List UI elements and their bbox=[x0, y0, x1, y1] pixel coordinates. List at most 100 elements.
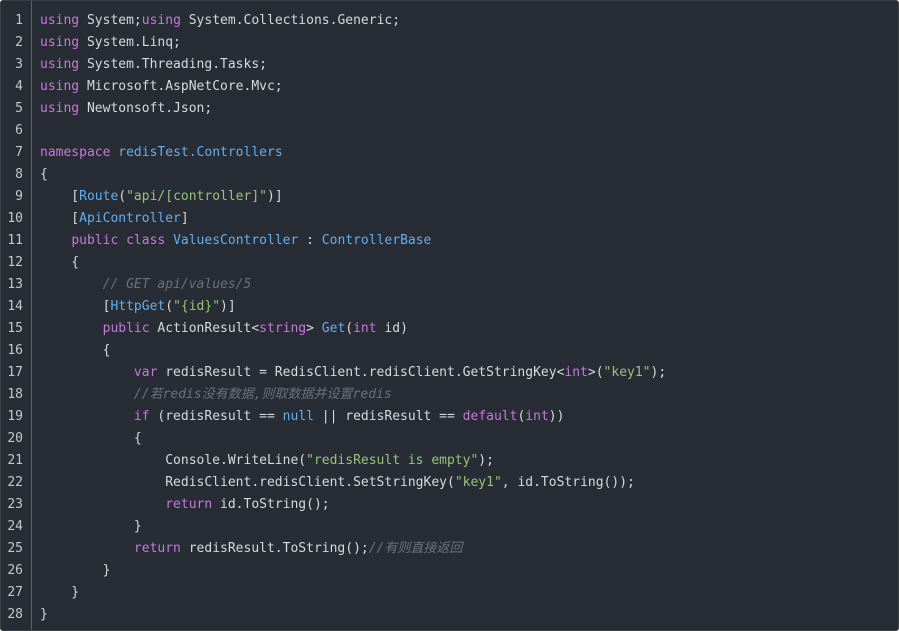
code-token: using bbox=[40, 79, 80, 94]
code-line[interactable]: 1 using System;using System.Collections.G… bbox=[1, 10, 898, 32]
code-token: "key1" bbox=[454, 475, 502, 490]
code-line[interactable]: 19 if (redisResult == null || redisResul… bbox=[1, 406, 898, 428]
code-token: Microsoft.AspNetCore.Mvc; bbox=[79, 79, 283, 94]
code-token: "{id}" bbox=[173, 299, 221, 314]
code-line[interactable]: 25 return redisResult.ToString();//有则直接返… bbox=[1, 538, 898, 560]
code-token: System.Linq; bbox=[79, 35, 181, 50]
code-token: HttpGet bbox=[110, 299, 166, 314]
code-line[interactable]: 7 namespace redisTest.Controllers bbox=[1, 142, 898, 164]
code-token: using bbox=[40, 57, 80, 72]
code-line[interactable]: 24 } bbox=[1, 516, 898, 538]
code-token: )] bbox=[220, 299, 236, 314]
code-text: using System;using System.Collections.Ge… bbox=[40, 10, 400, 32]
code-text: var redisResult = RedisClient.redisClien… bbox=[40, 362, 666, 384]
line-number: 1 bbox=[15, 13, 23, 28]
code-line[interactable]: 11 public class ValuesController : Contr… bbox=[1, 230, 898, 252]
code-token: //若redis没有数据,则取数据并设置redis bbox=[133, 387, 392, 402]
code-token: redisResult.ToString(); bbox=[180, 541, 369, 556]
code-token: ( bbox=[165, 299, 174, 314]
code-line[interactable]: 17 var redisResult = RedisClient.redisCl… bbox=[1, 362, 898, 384]
code-token: string bbox=[259, 321, 307, 336]
code-line[interactable]: 14 [HttpGet("{id}")] bbox=[1, 296, 898, 318]
code-token: ValuesController bbox=[173, 233, 299, 248]
code-text: [Route("api/[controller]")] bbox=[40, 186, 282, 208]
code-token: redisResult = RedisClient.redisClient.Ge… bbox=[157, 365, 565, 380]
code-text: public class ValuesController : Controll… bbox=[40, 230, 431, 252]
code-line[interactable]: 9 [Route("api/[controller]")] bbox=[1, 186, 898, 208]
code-token: using bbox=[40, 101, 80, 116]
code-line[interactable]: 26 } bbox=[1, 560, 898, 582]
code-line[interactable]: 6 bbox=[1, 120, 898, 142]
code-token: System.Threading.Tasks; bbox=[79, 57, 267, 72]
code-token: )) bbox=[548, 409, 565, 424]
code-text: return id.ToString(); bbox=[40, 494, 330, 516]
code-token: ( bbox=[345, 321, 354, 336]
code-token: namespace bbox=[40, 145, 111, 160]
code-token: return bbox=[165, 497, 213, 512]
code-token: System.Collections.Generic; bbox=[180, 13, 401, 28]
line-number: 14 bbox=[7, 299, 23, 314]
code-line[interactable]: 5 using Newtonsoft.Json; bbox=[1, 98, 898, 120]
code-token: ControllerBase bbox=[321, 233, 432, 248]
code-token: return bbox=[133, 541, 181, 556]
code-line[interactable]: 20 { bbox=[1, 428, 898, 450]
code-line[interactable]: 2 using System.Linq; bbox=[1, 32, 898, 54]
line-number: 13 bbox=[7, 277, 23, 292]
code-line[interactable]: 16 { bbox=[1, 340, 898, 362]
code-line[interactable]: 15 public ActionResult<string> Get(int i… bbox=[1, 318, 898, 340]
code-line[interactable]: 10 [ApiController] bbox=[1, 208, 898, 230]
code-token: ] bbox=[180, 211, 189, 226]
code-token: //有则直接返回 bbox=[368, 541, 463, 556]
code-token: id) bbox=[376, 321, 408, 336]
code-token: using bbox=[141, 13, 181, 28]
code-editor[interactable]: 1 using System;using System.Collections.G… bbox=[0, 0, 899, 631]
code-token: || redisResult == bbox=[313, 409, 463, 424]
code-text: { bbox=[40, 428, 142, 450]
code-line[interactable]: 28} bbox=[1, 604, 898, 626]
code-line[interactable]: 23 return id.ToString(); bbox=[1, 494, 898, 516]
code-token: [ bbox=[40, 299, 111, 314]
line-number: 5 bbox=[15, 101, 23, 116]
code-line[interactable]: 21 Console.WriteLine("redisResult is emp… bbox=[1, 450, 898, 472]
line-number: 9 bbox=[15, 189, 23, 204]
code-text: Console.WriteLine("redisResult is empty"… bbox=[40, 450, 494, 472]
code-line[interactable]: 3 using System.Threading.Tasks; bbox=[1, 54, 898, 76]
line-number: 16 bbox=[7, 343, 23, 358]
code-text: using Microsoft.AspNetCore.Mvc; bbox=[40, 76, 283, 98]
code-lines: 1 using System;using System.Collections.G… bbox=[1, 10, 898, 626]
code-line[interactable]: 12 { bbox=[1, 252, 898, 274]
code-token: id.ToString(); bbox=[212, 497, 330, 512]
line-number: 27 bbox=[7, 585, 23, 600]
code-line[interactable]: 18 //若redis没有数据,则取数据并设置redis bbox=[1, 384, 898, 406]
code-token: > bbox=[306, 321, 322, 336]
code-text: { bbox=[40, 252, 79, 274]
line-number: 15 bbox=[7, 321, 23, 336]
code-token: redisTest.Controllers bbox=[118, 145, 283, 160]
code-token: "key1" bbox=[603, 365, 651, 380]
code-text: //若redis没有数据,则取数据并设置redis bbox=[40, 384, 392, 406]
code-token: using bbox=[40, 13, 80, 28]
code-token: { bbox=[40, 255, 80, 270]
code-line[interactable]: 22 RedisClient.redisClient.SetStringKey(… bbox=[1, 472, 898, 494]
code-token: ApiController bbox=[79, 211, 181, 226]
line-number: 7 bbox=[15, 145, 23, 160]
code-text: { bbox=[40, 340, 111, 362]
code-line[interactable]: 27 } bbox=[1, 582, 898, 604]
code-line[interactable]: 8{ bbox=[1, 164, 898, 186]
code-token: } bbox=[40, 563, 111, 578]
code-text: RedisClient.redisClient.SetStringKey("ke… bbox=[40, 472, 635, 494]
line-number: 21 bbox=[7, 453, 23, 468]
code-line[interactable]: 4 using Microsoft.AspNetCore.Mvc; bbox=[1, 76, 898, 98]
code-line[interactable]: 13 // GET api/values/5 bbox=[1, 274, 898, 296]
code-token: using bbox=[40, 35, 80, 50]
code-token: (redisResult == bbox=[149, 409, 283, 424]
code-text: } bbox=[40, 604, 48, 626]
